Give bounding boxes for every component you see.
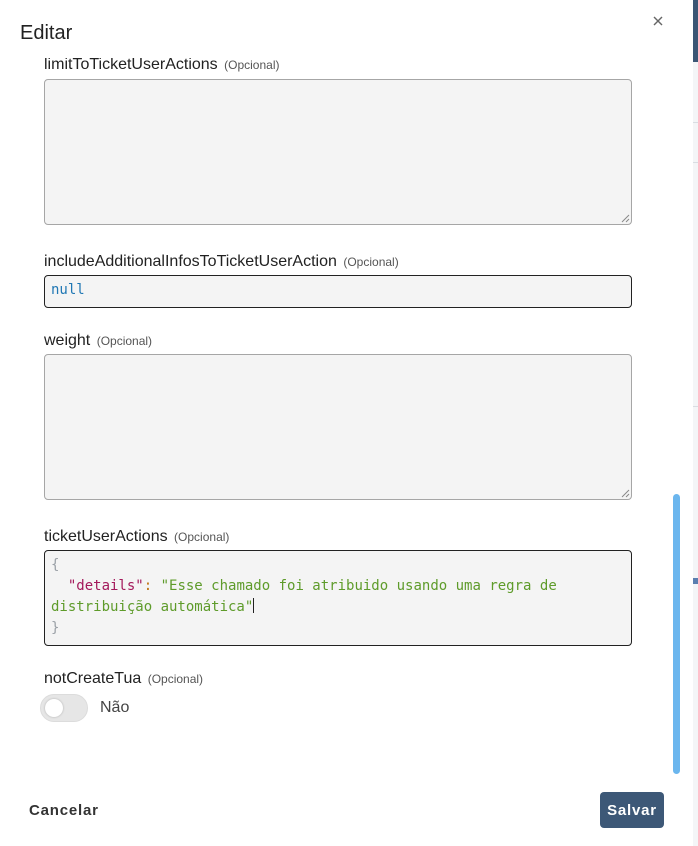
notcreate-label-text: notCreateTua (44, 670, 142, 687)
dialog-body[interactable]: limitToTicketUserActions (Opcional) incl… (0, 58, 693, 768)
optional-tag: (Opcional) (343, 255, 399, 269)
optional-tag: (Opcional) (174, 530, 230, 544)
include-code-editor[interactable]: null (44, 275, 632, 308)
background-divider (693, 406, 698, 407)
dialog-footer: Cancelar Salvar (0, 776, 693, 846)
optional-tag: (Opcional) (224, 58, 280, 72)
limit-label-text: limitToTicketUserActions (44, 58, 218, 73)
background-header (693, 0, 698, 62)
resize-handle-icon[interactable] (621, 214, 630, 223)
background-page (693, 0, 698, 846)
optional-tag: (Opcional) (96, 334, 153, 348)
toggle-knob (45, 699, 63, 717)
ticket-label-text: ticketUserActions (44, 528, 168, 545)
notcreate-toggle-row: Não (40, 692, 129, 724)
background-divider (693, 162, 698, 163)
toggle-label: Não (100, 699, 130, 716)
dialog-title: Editar (20, 22, 73, 44)
weight-textarea[interactable] (44, 354, 632, 500)
cancel-button[interactable]: Cancelar (20, 792, 108, 828)
scrollbar-thumb[interactable] (673, 494, 680, 774)
json-string: "Esse chamado foi atribuido usando uma r… (160, 578, 557, 594)
optional-tag: (Opcional) (147, 672, 204, 686)
save-button[interactable]: Salvar (600, 792, 664, 828)
weight-field-label: weight (Opcional) (44, 332, 152, 350)
notcreate-toggle[interactable] (40, 694, 88, 722)
notcreate-field-label: notCreateTua (Opcional) (44, 670, 203, 688)
background-divider (693, 122, 698, 123)
code-line: { (51, 557, 60, 573)
background-chip (693, 578, 698, 584)
json-string: distribuição automática" (51, 599, 254, 615)
weight-label-text: weight (44, 332, 91, 349)
ticket-code-editor[interactable]: { "details": "Esse chamado foi atribuido… (44, 550, 632, 646)
code-line: "details": "Esse chamado foi atribuido u… (67, 578, 557, 594)
limit-textarea[interactable] (44, 79, 632, 225)
edit-dialog: Editar limitToTicketUserActions (Opciona… (0, 0, 693, 846)
close-button[interactable] (649, 12, 667, 30)
code-line: } (51, 620, 60, 636)
include-field-label: includeAdditionalInfosToTicketUserAction… (44, 253, 399, 271)
close-icon (653, 16, 663, 26)
limit-field-label: limitToTicketUserActions (Opcional) (44, 58, 279, 74)
include-label-text: includeAdditionalInfosToTicketUserAction (44, 253, 337, 270)
code-line: distribuição automática" (51, 597, 625, 618)
ticket-field-label: ticketUserActions (Opcional) (44, 528, 229, 546)
resize-handle-icon[interactable] (621, 489, 630, 498)
null-value: null (51, 282, 85, 298)
json-key: "details" (67, 578, 144, 594)
text-cursor (253, 598, 255, 613)
